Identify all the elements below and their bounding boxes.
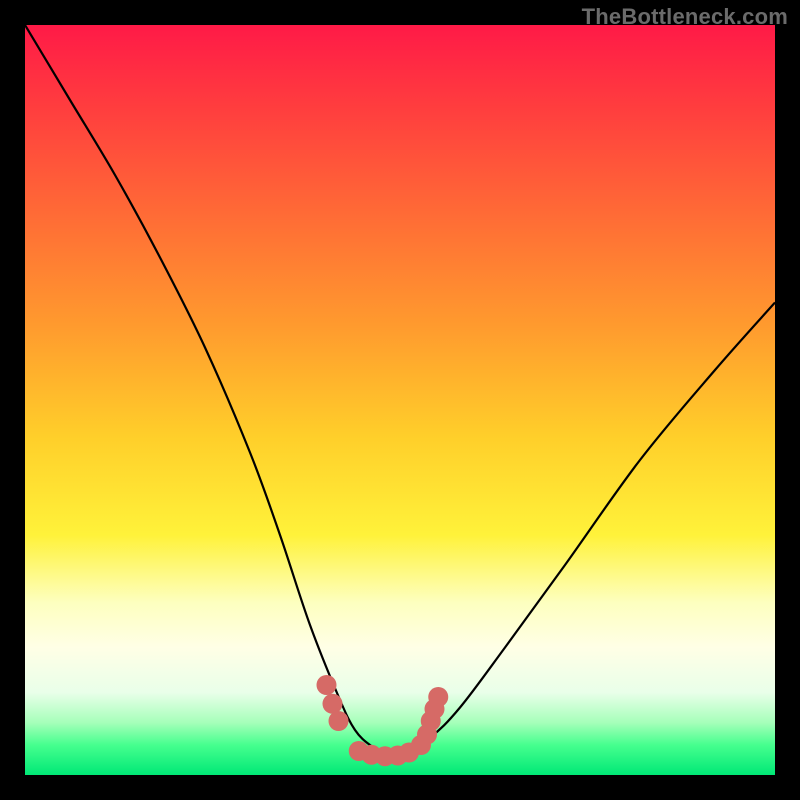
marker-dot xyxy=(329,711,349,731)
marker-dot xyxy=(323,694,343,714)
marker-dot xyxy=(428,687,448,707)
marker-dot xyxy=(317,675,337,695)
watermark-label: TheBottleneck.com xyxy=(582,4,788,30)
plot-area xyxy=(25,25,775,775)
bottleneck-curve xyxy=(25,25,775,754)
chart-frame: TheBottleneck.com xyxy=(0,0,800,800)
curve-svg xyxy=(25,25,775,775)
